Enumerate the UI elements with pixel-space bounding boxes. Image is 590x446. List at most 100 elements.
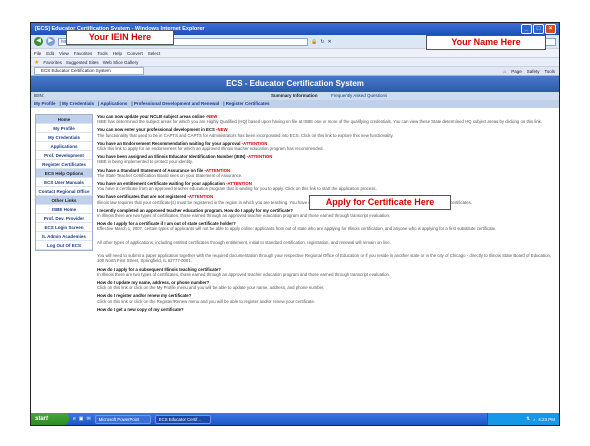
content-body: Effective March 1, 2007, certain types o…	[97, 226, 497, 232]
favorites-bar: ★ Favorites Suggested Sites Web Slice Ga…	[31, 57, 559, 66]
content-item: How do I apply for a subsequent Illinois…	[97, 267, 555, 277]
sidebar: Home My Profile My Credentials Applications…	[35, 114, 93, 251]
menu-help[interactable]: Help	[113, 51, 122, 56]
content-body: You have a certificate from an approved …	[97, 186, 377, 192]
content-body: The State Teacher Certification Board se…	[97, 172, 243, 178]
sidebar-item-prof-dev-provider[interactable]: Prof. Dev. Provider	[36, 214, 92, 223]
sidebar-item-ecs-help-options: ECS Help Options	[36, 169, 92, 178]
quick-launch: e ▣ ✉	[73, 416, 91, 422]
clock: 4:23 PM	[538, 416, 555, 422]
home-icon[interactable]: ⌂	[503, 69, 506, 74]
favorites-button[interactable]: Favorites	[43, 60, 62, 65]
content-body: Click this link to apply for an endorsem…	[97, 146, 324, 152]
menu-register-certificates[interactable]: Register Certificates	[226, 101, 270, 106]
sidebar-item-my-credentials[interactable]: My Credentials	[36, 133, 92, 142]
volume-icon[interactable]: ♪	[533, 417, 535, 422]
sidebar-item-applications[interactable]: Applications	[36, 142, 92, 151]
sidebar-item-my-profile[interactable]: My Profile	[36, 124, 92, 133]
sidebar-item-isbe-home[interactable]: ISBE Home	[36, 205, 92, 214]
menu-view[interactable]: View	[59, 51, 69, 56]
star-icon: ★	[34, 59, 40, 66]
faq-link[interactable]: Frequently Asked Questions	[331, 92, 387, 100]
sidebar-item-other-links: Other Links	[36, 196, 92, 205]
content-body: Click on this link or click on the Regis…	[97, 298, 316, 304]
network-icon[interactable]: ⇅	[526, 416, 530, 422]
menu-tools[interactable]: Tools	[97, 51, 108, 56]
tools-menu[interactable]: Tools	[544, 69, 555, 74]
minimize-button[interactable]: _	[521, 24, 532, 34]
content-item: You have an Endorsement Recommendation w…	[97, 141, 555, 151]
iein-callout: Your IEIN Here	[66, 30, 174, 45]
sidebar-item-home: Home	[36, 115, 92, 124]
content-item: You have been assigned an Illinois Educa…	[97, 154, 555, 164]
content-item: You will need to submit a paper applicat…	[97, 248, 555, 264]
content-item: How do I register and/or renew my certif…	[97, 293, 555, 303]
site-menu: My Profile | My Credentials | Applications…	[31, 100, 559, 108]
content-body: In Illinois there are two types of certi…	[97, 271, 391, 277]
outlook-icon[interactable]: ✉	[87, 416, 91, 422]
stop-icon[interactable]: ✕	[327, 39, 331, 45]
content-item: How do I get a new copy of my certificat…	[97, 307, 555, 312]
content-body: Click on this link or click on the My Pr…	[97, 285, 325, 291]
web-slice-link[interactable]: Web Slice Gallery	[103, 60, 139, 65]
alert-badge: ATTENTION	[248, 154, 273, 160]
menu-edit[interactable]: Edit	[46, 51, 54, 56]
main-content: You can now update your NCLB subject are…	[97, 114, 555, 412]
sidebar-item-register-certificates[interactable]: Register Certificates	[36, 160, 92, 169]
summary-bar: IEIN: Summary Information Frequently Ask…	[31, 92, 559, 100]
menu-file[interactable]: File	[34, 51, 41, 56]
content-body: ISBE has determined the subject areas fo…	[97, 119, 542, 125]
summary-label: Summary Information	[271, 93, 318, 98]
menu-professional-development[interactable]: Professional Development and Renewal	[134, 101, 219, 106]
select-button[interactable]: Select	[148, 51, 161, 56]
tab-ecs[interactable]: ECS Educator Certification System	[34, 67, 144, 75]
sidebar-item-log-out-of-ecs[interactable]: Log Out Of ECS	[36, 241, 92, 250]
window-controls: _ □ ×	[521, 24, 556, 34]
content-item: All other types of applications, includi…	[97, 235, 555, 245]
page-menu[interactable]: Page	[511, 69, 522, 74]
content-body: You will need to submit a paper applicat…	[97, 253, 552, 264]
ie-icon[interactable]: e	[73, 416, 76, 422]
content-item: How do I update my name, address, or pho…	[97, 280, 555, 290]
menu-my-credentials[interactable]: My Credentials	[62, 101, 94, 106]
content-item: You can now enter your professional deve…	[97, 127, 555, 137]
suggested-sites-link[interactable]: Suggested Sites	[66, 60, 99, 65]
close-button[interactable]: ×	[545, 24, 556, 34]
menu-applications[interactable]: Applications	[100, 101, 127, 106]
browser-window: [ECS] Educator Certification System - Wi…	[30, 22, 560, 426]
content-item: You have an entitlement certificate wait…	[97, 181, 555, 191]
menu-my-profile[interactable]: My Profile	[34, 101, 56, 106]
taskbar: start e ▣ ✉ Microsoft PowerPoint ECS Edu…	[31, 413, 559, 425]
sidebar-item-il-admin-academies[interactable]: IL Admin Academies	[36, 232, 92, 241]
content-body: In Illinois there are two types of certi…	[97, 213, 391, 219]
refresh-icon[interactable]: ↻	[320, 39, 324, 45]
folder-icon[interactable]: ▣	[79, 416, 84, 422]
content-heading[interactable]: How do I get a new copy of my certificat…	[97, 307, 184, 312]
content-item: How do I apply for a certificate if I am…	[97, 221, 555, 231]
content-body: ISBE is being implemented to protect you…	[97, 159, 193, 165]
apply-callout: Apply for Certificate Here	[309, 195, 451, 210]
back-icon[interactable]: ◀	[34, 37, 43, 46]
iein-label: IEIN:	[34, 93, 45, 98]
menu-favorites[interactable]: Favorites	[74, 51, 93, 56]
content-body: The functionality that used to be in CAP…	[97, 132, 394, 138]
task-ecs[interactable]: ECS Educator Certif...	[154, 414, 211, 424]
sidebar-item-ecs-user-manuals[interactable]: ECS User Manuals	[36, 178, 92, 187]
content-item: You can now update your NCLB subject are…	[97, 114, 555, 124]
task-powerpoint[interactable]: Microsoft PowerPoint	[94, 414, 151, 424]
convert-button[interactable]: Convert	[127, 51, 143, 56]
page-content: ECS - Educator Certification System IEIN…	[31, 76, 559, 415]
content-body: All other types of applications, includi…	[97, 239, 391, 245]
safety-menu[interactable]: Safety	[527, 69, 540, 74]
sidebar-item-prof-development[interactable]: Prof. Development	[36, 151, 92, 160]
sidebar-item-contact-regional-office[interactable]: Contact Regional Office	[36, 187, 92, 196]
tab-bar: ECS Educator Certification System ⌂ Page…	[31, 66, 559, 76]
sidebar-item-ecs-login-screen[interactable]: ECS Login Screen	[36, 223, 92, 232]
maximize-button[interactable]: □	[533, 24, 544, 34]
lock-icon: 🔒	[311, 38, 318, 45]
name-callout: Your Name Here	[426, 35, 546, 50]
page-title: ECS - Educator Certification System	[31, 76, 559, 92]
forward-icon[interactable]: ▶	[46, 37, 55, 46]
address-tools: 🔒 ↻ ✕	[311, 39, 332, 45]
start-button[interactable]: start	[31, 413, 69, 425]
